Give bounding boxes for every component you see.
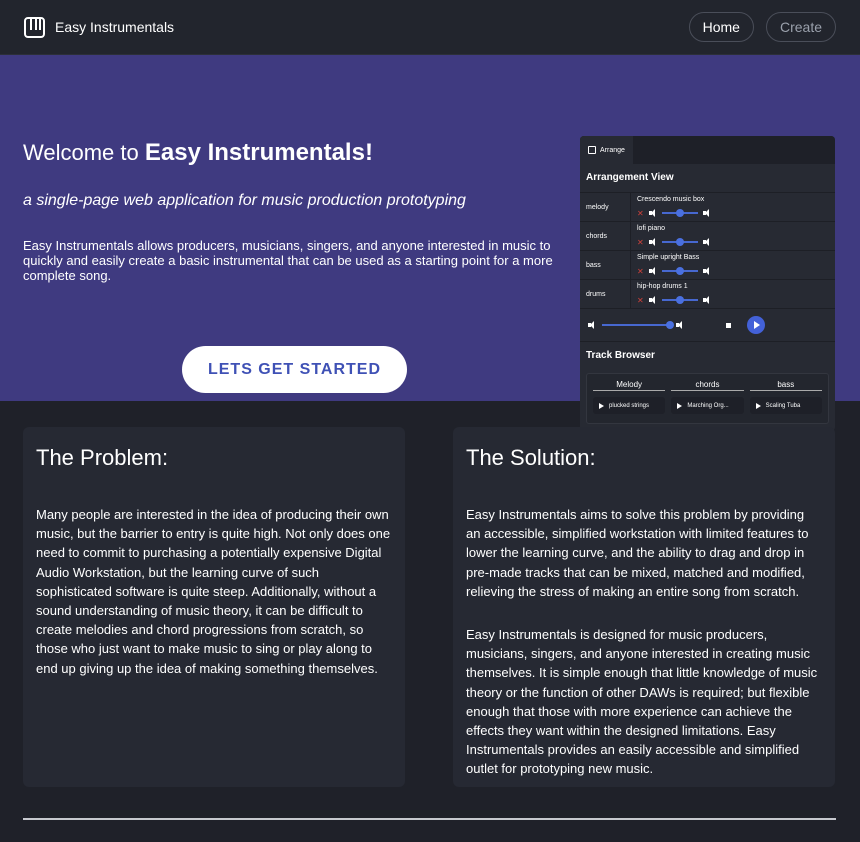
volume-high-icon <box>702 209 711 217</box>
mute-x-icon: ✕ <box>637 295 644 305</box>
play-icon <box>599 402 604 409</box>
browser-item: Scaling Tuba <box>749 397 822 414</box>
brand-name[interactable]: Easy Instrumentals <box>55 19 174 35</box>
nav-links: Home Create <box>688 12 836 42</box>
solution-card: The Solution: Easy Instrumentals aims to… <box>453 427 835 787</box>
preview-tabbar: Arrange <box>580 136 835 164</box>
create-button[interactable]: Create <box>765 12 836 42</box>
track-name: melody <box>580 193 631 221</box>
track-clip-name: hip-hop drums 1 <box>637 283 688 290</box>
track-name: chords <box>580 222 631 250</box>
browser-column-head: bass <box>749 380 822 391</box>
arrange-icon <box>588 146 596 154</box>
volume-low-icon <box>648 209 657 217</box>
track-volume-slider <box>661 267 698 275</box>
track-clip-name: lofi piano <box>637 225 666 232</box>
browser-column: bass Scaling Tuba <box>749 380 822 417</box>
volume-low-icon <box>588 321 596 329</box>
stop-icon <box>726 322 731 328</box>
track-volume-slider <box>661 238 698 246</box>
track-browser-title: Track Browser <box>580 341 835 371</box>
footer-divider <box>23 818 836 820</box>
arrangement-view-title: Arrangement View <box>586 172 674 183</box>
browser-item-label: Marching Org... <box>687 402 729 409</box>
solution-text-2: Easy Instrumentals is designed for music… <box>466 627 818 777</box>
hero-subtitle: a single-page web application for music … <box>23 192 466 209</box>
problem-text: Many people are interested in the idea o… <box>36 507 391 676</box>
master-controls <box>580 308 835 341</box>
piano-icon <box>24 16 45 38</box>
play-icon <box>677 402 683 409</box>
preview-tab-arrange: Arrange <box>580 136 633 164</box>
volume-high-icon <box>702 238 711 246</box>
get-started-button[interactable]: LETS GET STARTED <box>182 346 407 393</box>
problem-title: The Problem: <box>36 445 169 470</box>
brand[interactable]: Easy Instrumentals <box>24 16 174 38</box>
preview-track: bass Simple upright Bass ✕ <box>580 250 835 279</box>
hero-title: Welcome to Easy Instrumentals! <box>23 139 373 167</box>
mute-x-icon: ✕ <box>637 208 644 218</box>
browser-column: chords Marching Org... <box>671 380 744 417</box>
browser-item-label: plucked strings <box>609 402 650 409</box>
volume-low-icon <box>648 296 657 304</box>
browser-item: plucked strings <box>593 397 666 414</box>
browser-item: Marching Org... <box>671 397 744 414</box>
mute-x-icon: ✕ <box>637 266 644 276</box>
browser-item-label: Scaling Tuba <box>765 402 801 409</box>
preview-track: drums hip-hop drums 1 ✕ <box>580 279 835 308</box>
volume-low-icon <box>648 238 657 246</box>
app-preview: Arrange Arrangement View melody Crescend… <box>580 136 835 431</box>
problem-card: The Problem: Many people are interested … <box>23 427 405 787</box>
browser-column: Melody plucked strings <box>593 380 666 417</box>
solution-text-1: Easy Instrumentals aims to solve this pr… <box>466 507 809 599</box>
volume-low-icon <box>648 267 657 275</box>
track-browser: Melody plucked strings chords Marching O… <box>586 373 829 424</box>
volume-high-icon <box>702 267 711 275</box>
track-name: drums <box>580 280 631 308</box>
track-clip-name: Simple upright Bass <box>637 254 700 261</box>
top-navbar: Easy Instrumentals Home Create <box>0 0 860 55</box>
track-volume-slider <box>661 296 698 304</box>
preview-track: melody Crescendo music box ✕ <box>580 192 835 221</box>
track-name: bass <box>580 251 631 279</box>
preview-tab-label: Arrange <box>600 146 625 154</box>
mute-x-icon: ✕ <box>637 237 644 247</box>
home-button[interactable]: Home <box>688 12 754 42</box>
play-icon <box>747 316 765 334</box>
hero-section: Welcome to Easy Instrumentals! a single-… <box>0 55 860 431</box>
track-clip-name: Crescendo music box <box>637 196 705 203</box>
hero-title-prefix: Welcome to <box>23 140 145 165</box>
browser-column-head: chords <box>671 380 744 391</box>
solution-title: The Solution: <box>466 445 596 470</box>
play-icon <box>755 402 761 409</box>
track-volume-slider <box>661 209 698 217</box>
volume-high-icon <box>702 296 711 304</box>
hero-description: Easy Instrumentals allows producers, mus… <box>23 238 553 283</box>
volume-high-icon <box>676 321 684 329</box>
master-volume-slider <box>602 321 674 329</box>
preview-track: chords lofi piano ✕ <box>580 221 835 250</box>
browser-column-head: Melody <box>593 380 666 391</box>
hero-title-brand: Easy Instrumentals! <box>144 139 373 166</box>
